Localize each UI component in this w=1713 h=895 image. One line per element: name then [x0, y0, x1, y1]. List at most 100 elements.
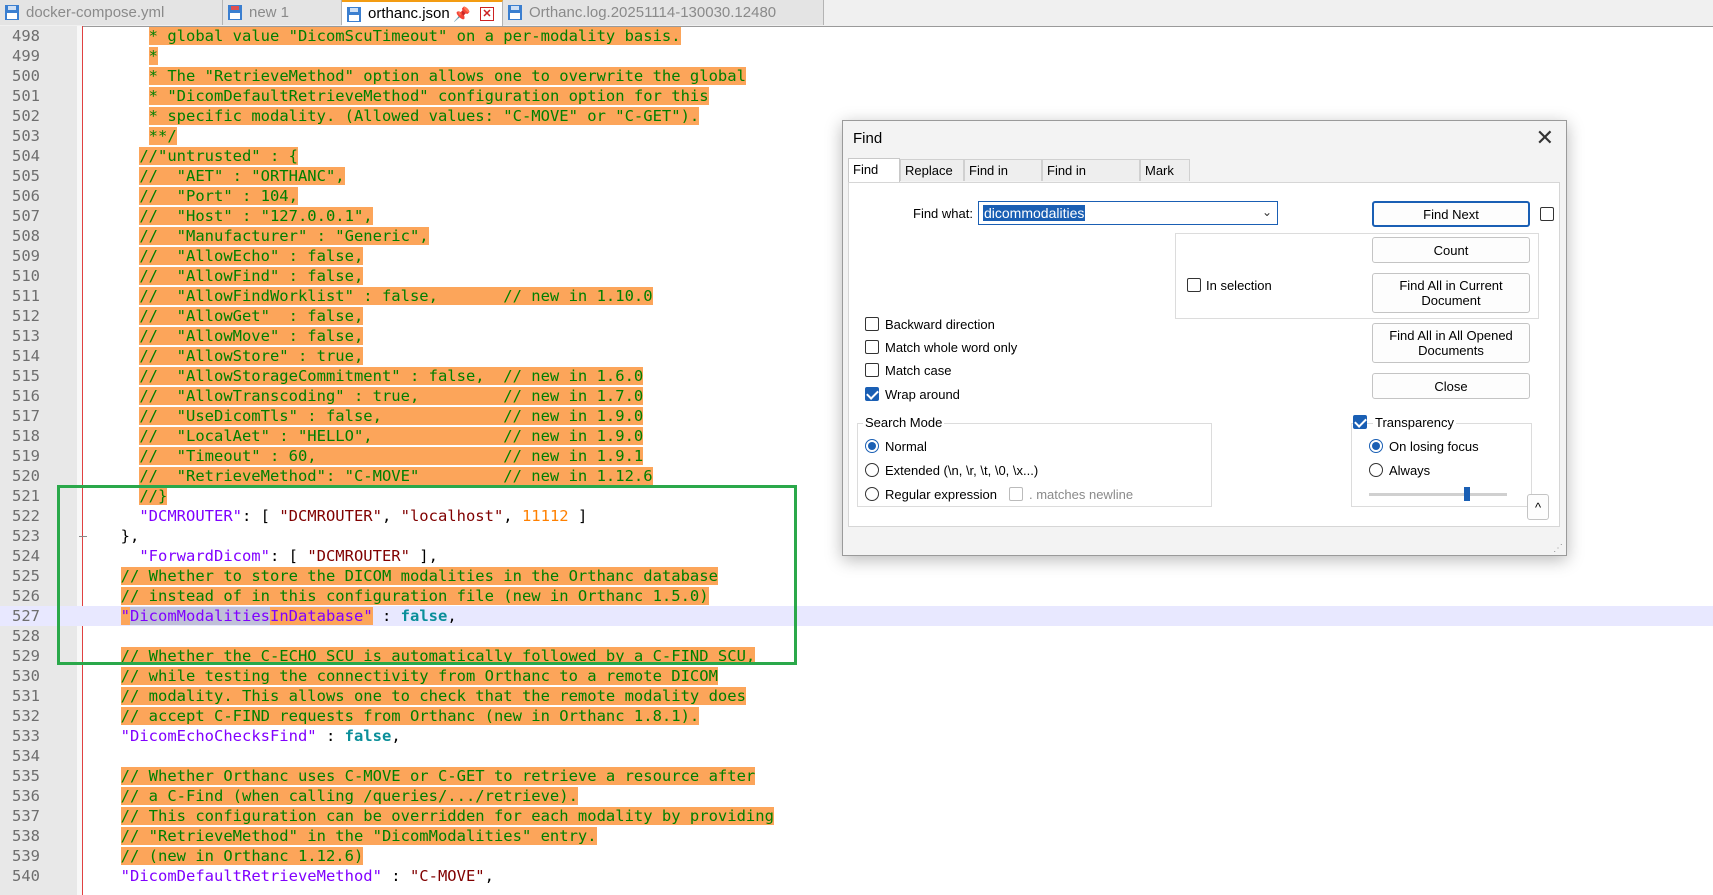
find-what-input[interactable]: dicommodalities [983, 205, 1086, 221]
code-text[interactable]: // "Manufacturer" : "Generic", [102, 226, 429, 246]
transparency-slider[interactable] [1369, 487, 1507, 501]
code-text[interactable]: // while testing the connectivity from O… [102, 666, 718, 686]
in-selection-checkbox[interactable] [1187, 278, 1201, 292]
line-number: 521 [12, 487, 40, 505]
code-text[interactable]: // "UseDicomTls" : false, // new in 1.9.… [102, 406, 644, 426]
find-next-button[interactable]: Find Next [1372, 201, 1530, 227]
code-line[interactable]: 498 * global value "DicomScuTimeout" on … [0, 26, 1713, 46]
collapse-button[interactable]: ^ [1527, 494, 1549, 520]
code-text[interactable]: // "RetrieveMethod" in the "DicomModalit… [102, 826, 597, 846]
tab-replace[interactable]: Replace [900, 159, 964, 181]
code-token: // "Manufacturer" : "Generic", [139, 227, 429, 245]
code-line[interactable]: 540 "DicomDefaultRetrieveMethod" : "C-MO… [0, 866, 1713, 886]
wrap-around-checkbox[interactable] [865, 387, 879, 401]
code-text[interactable]: // accept C-FIND requests from Orthanc (… [102, 706, 700, 726]
code-text[interactable]: * [102, 46, 159, 66]
regex-mode-radio[interactable] [865, 487, 879, 501]
code-line[interactable]: 538 // "RetrieveMethod" in the "DicomMod… [0, 826, 1713, 846]
code-token: "C-MOVE" [409, 867, 485, 885]
code-text[interactable]: // "AllowStorageCommitment" : false, // … [102, 366, 644, 386]
close-icon[interactable]: ✕ [1536, 127, 1554, 149]
code-token: // "AllowEcho" : false, [139, 247, 364, 265]
code-text[interactable]: * "DicomDefaultRetrieveMethod" configura… [102, 86, 709, 106]
code-text[interactable]: // "RetrieveMethod": "C-MOVE" // new in … [102, 466, 653, 486]
code-token: * global value "DicomScuTimeout" on a pe… [148, 27, 681, 45]
code-text[interactable]: // "LocalAet" : "HELLO", // new in 1.9.0 [102, 426, 644, 446]
code-line[interactable]: 539 // (new in Orthanc 1.12.6) [0, 846, 1713, 866]
code-text[interactable]: // "Timeout" : 60, // new in 1.9.1 [102, 446, 644, 466]
chevron-down-icon[interactable]: ⌄ [1262, 205, 1272, 219]
matches-newline-checkbox[interactable] [1009, 487, 1023, 501]
code-line[interactable]: 530 // while testing the connectivity fr… [0, 666, 1713, 686]
code-text[interactable]: // "AllowEcho" : false, [102, 246, 364, 266]
code-text[interactable]: // "AllowGet" : false, [102, 306, 364, 326]
tab-find-in-projects[interactable]: Find in Projects [1042, 159, 1140, 200]
line-number: 516 [12, 387, 40, 405]
dialog-option-checkbox[interactable] [1540, 207, 1554, 221]
button-label: Find All in All Opened Documents [1389, 328, 1513, 358]
transparency-checkbox[interactable] [1353, 415, 1367, 429]
find-all-opened-button[interactable]: Find All in All Opened Documents [1372, 323, 1530, 363]
line-number: 524 [12, 547, 40, 565]
code-line[interactable]: 537 // This configuration can be overrid… [0, 806, 1713, 826]
tab-docker-compose[interactable]: docker-compose.yml [0, 0, 223, 25]
tab-find-in-files[interactable]: Find in Files [964, 159, 1042, 200]
code-line[interactable]: 533 "DicomEchoChecksFind" : false, [0, 726, 1713, 746]
code-text[interactable]: // a C-Find (when calling /queries/.../r… [102, 786, 578, 806]
match-case-checkbox[interactable] [865, 363, 879, 377]
on-losing-focus-radio[interactable] [1369, 439, 1383, 453]
code-text[interactable]: * The "RetrieveMethod" option allows one… [102, 66, 746, 86]
code-line[interactable]: 532 // accept C-FIND requests from Ortha… [0, 706, 1713, 726]
resize-grip-icon[interactable]: ⋰ [1553, 543, 1563, 554]
code-line[interactable]: 536 // a C-Find (when calling /queries/.… [0, 786, 1713, 806]
count-button[interactable]: Count [1372, 237, 1530, 263]
code-text[interactable]: // modality. This allows one to check th… [102, 686, 746, 706]
code-text[interactable]: // "AllowFindWorklist" : false, // new i… [102, 286, 653, 306]
line-number: 528 [12, 627, 40, 645]
code-line[interactable]: 501 * "DicomDefaultRetrieveMethod" confi… [0, 86, 1713, 106]
fold-marker[interactable] [79, 536, 87, 537]
code-text[interactable]: // "AllowTranscoding" : true, // new in … [102, 386, 644, 406]
code-text[interactable]: // "AET" : "ORTHANC", [102, 166, 345, 186]
code-text[interactable]: "DicomEchoChecksFind" : false, [102, 726, 401, 746]
code-text[interactable]: // Whether Orthanc uses C-MOVE or C-GET … [102, 766, 756, 786]
pin-icon[interactable]: 📌 [453, 2, 470, 26]
normal-mode-radio[interactable] [865, 439, 879, 453]
code-text[interactable]: // This configuration can be overridden … [102, 806, 774, 826]
slider-thumb[interactable] [1464, 487, 1470, 501]
code-text[interactable]: // "Host" : "127.0.0.1", [102, 206, 373, 226]
code-token: // "AET" : "ORTHANC", [139, 167, 345, 185]
code-line[interactable]: 499 * [0, 46, 1713, 66]
extended-mode-radio[interactable] [865, 463, 879, 477]
code-line[interactable]: 535 // Whether Orthanc uses C-MOVE or C-… [0, 766, 1713, 786]
find-dialog[interactable]: Find ✕ Find Replace Find in Files Find i… [842, 120, 1567, 556]
always-radio[interactable] [1369, 463, 1383, 477]
code-text[interactable]: // (new in Orthanc 1.12.6) [102, 846, 364, 866]
code-text[interactable]: // "AllowMove" : false, [102, 326, 364, 346]
tab-find[interactable]: Find [848, 158, 900, 182]
code-text[interactable]: "DicomDefaultRetrieveMethod" : "C-MOVE", [102, 866, 494, 886]
code-line[interactable]: 534 [0, 746, 1713, 766]
code-token: // accept C-FIND requests from Orthanc (… [120, 707, 700, 725]
code-text[interactable]: // "Port" : 104, [102, 186, 298, 206]
code-line[interactable]: 500 * The "RetrieveMethod" option allows… [0, 66, 1713, 86]
backward-direction-checkbox[interactable] [865, 317, 879, 331]
tab-orthanc-json[interactable]: orthanc.json 📌 ✕ [342, 0, 503, 26]
tab-new-1[interactable]: new 1 [223, 0, 342, 25]
line-number: 503 [12, 127, 40, 145]
code-text[interactable]: * global value "DicomScuTimeout" on a pe… [102, 26, 681, 46]
close-icon[interactable]: ✕ [480, 7, 494, 21]
code-text[interactable]: // "AllowFind" : false, [102, 266, 364, 286]
code-text[interactable]: // "AllowStore" : true, [102, 346, 364, 366]
code-text[interactable]: //"untrusted" : { [102, 146, 298, 166]
tab-orthanc-log[interactable]: Orthanc.log.20251114-130030.12480 [503, 0, 824, 25]
find-what-combobox[interactable]: dicommodalities ⌄ [978, 201, 1278, 225]
tab-mark[interactable]: Mark [1140, 159, 1190, 181]
code-text[interactable]: * specific modality. (Allowed values: "C… [102, 106, 700, 126]
line-number: 533 [12, 727, 40, 745]
match-whole-word-checkbox[interactable] [865, 340, 879, 354]
code-text[interactable]: **/ [102, 126, 177, 146]
code-line[interactable]: 531 // modality. This allows one to chec… [0, 686, 1713, 706]
close-button[interactable]: Close [1372, 373, 1530, 399]
find-all-current-button[interactable]: Find All in Current Document [1372, 273, 1530, 313]
